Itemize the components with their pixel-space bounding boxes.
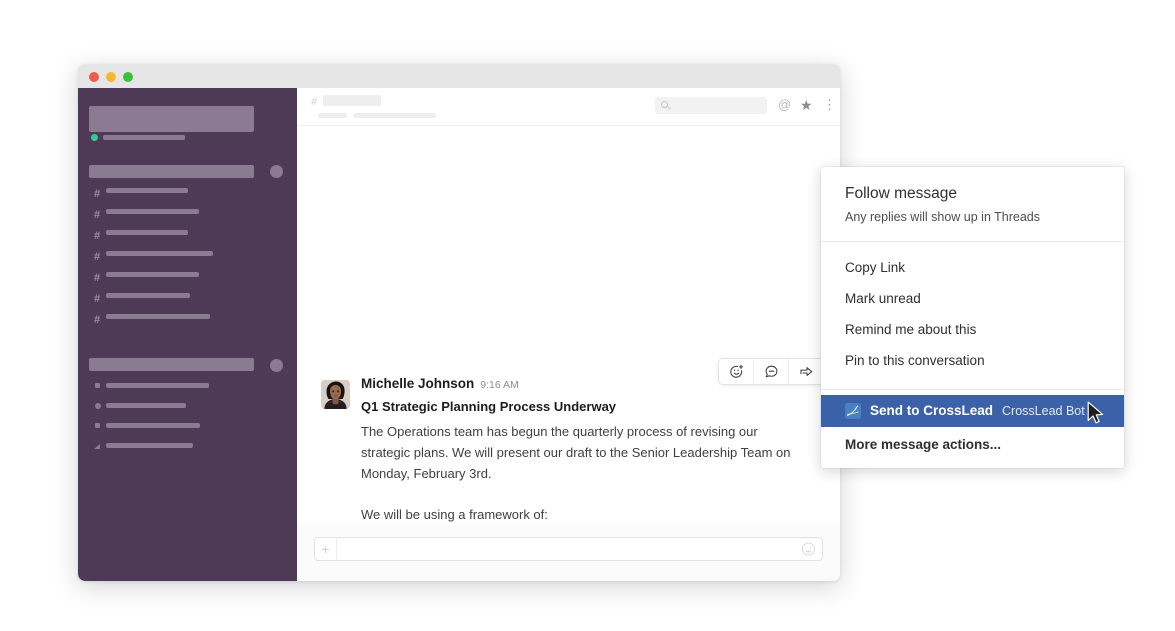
message-content: Michelle Johnson 9:16 AM Q1 Strategic Pla… xyxy=(361,376,801,525)
sidebar-channel-hash-icon: # xyxy=(94,314,101,326)
sidebar-dm-away-icon xyxy=(95,383,100,388)
sidebar-item-dm-2[interactable] xyxy=(106,403,186,408)
message-sender[interactable]: Michelle Johnson xyxy=(361,376,474,391)
sidebar-item-dm-1[interactable] xyxy=(106,383,209,388)
emoji-icon[interactable] xyxy=(802,542,815,556)
window-close-button[interactable] xyxy=(89,72,99,82)
message-framework-intro: We will be using a framework of: xyxy=(361,506,548,522)
sidebar-channel-hash-icon: # xyxy=(94,272,101,284)
context-menu-group: Copy Link Mark unread Remind me about th… xyxy=(821,242,1124,391)
send-to-crosslead-label: Send to CrossLead xyxy=(870,403,994,419)
sidebar: # # # # # # # xyxy=(78,88,297,581)
sidebar-item-channel-5[interactable] xyxy=(106,272,199,277)
sidebar-add-dm-icon[interactable] xyxy=(270,359,283,372)
add-attachment-icon[interactable]: + xyxy=(315,538,337,560)
sidebar-item-dm-3[interactable] xyxy=(106,423,200,428)
reply-in-thread-icon[interactable] xyxy=(754,359,789,384)
sidebar-username-placeholder[interactable] xyxy=(103,135,185,140)
sidebar-item-channel-6[interactable] xyxy=(106,293,190,298)
sidebar-section-2-title[interactable] xyxy=(89,358,254,371)
sidebar-dm-online-icon xyxy=(95,403,101,409)
message-timestamp[interactable]: 9:16 AM xyxy=(480,379,519,391)
composer-area: + xyxy=(297,525,840,581)
sidebar-item-channel-4[interactable] xyxy=(106,251,213,256)
presence-indicator-icon xyxy=(91,134,98,141)
sidebar-channel-hash-icon: # xyxy=(94,209,101,221)
channel-members-placeholder[interactable] xyxy=(318,113,347,118)
message-list: Michelle Johnson 9:16 AM Q1 Strategic Pla… xyxy=(297,126,840,525)
sidebar-item-channel-7[interactable] xyxy=(106,314,210,319)
message-input[interactable]: + xyxy=(314,537,823,561)
context-menu-apps-group: Send to CrossLead CrossLead Bot More mes… xyxy=(821,390,1124,467)
search-input[interactable] xyxy=(655,97,767,114)
sidebar-item-channel-3[interactable] xyxy=(106,230,188,235)
sidebar-channel-hash-icon: # xyxy=(94,293,101,305)
sidebar-compose-icon[interactable] xyxy=(270,165,283,178)
channel-topic-placeholder[interactable] xyxy=(353,113,436,118)
message-context-menu: Follow message Any replies will show up … xyxy=(821,167,1124,468)
sidebar-workspace-placeholder[interactable] xyxy=(89,106,254,132)
crosslead-bot-icon xyxy=(845,402,861,419)
mentions-icon[interactable]: @ xyxy=(778,98,791,111)
menu-item-copy-link[interactable]: Copy Link xyxy=(821,252,1124,283)
sidebar-channel-hash-icon: # xyxy=(94,251,101,263)
crosslead-bot-name: CrossLead Bot xyxy=(1002,403,1085,418)
sidebar-channel-hash-icon: # xyxy=(94,230,101,242)
menu-item-remind-me[interactable]: Remind me about this xyxy=(821,315,1124,346)
screenshot-stage: # # # # # # # # @ ★ ⋮ Michelle Johnson 9… xyxy=(0,0,1175,631)
main-content: # @ ★ ⋮ Michelle Johnson 9:16 AM Q1 Stra… xyxy=(297,88,840,581)
sidebar-dm-triangle-icon xyxy=(94,444,100,449)
channel-header: # @ ★ ⋮ xyxy=(297,88,840,126)
add-reaction-icon[interactable] xyxy=(719,359,754,384)
sidebar-item-dm-4[interactable] xyxy=(106,443,193,448)
context-menu-header[interactable]: Follow message Any replies will show up … xyxy=(821,167,1124,243)
menu-item-mark-unread[interactable]: Mark unread xyxy=(821,283,1124,314)
search-icon xyxy=(661,101,668,108)
menu-item-send-to-crosslead[interactable]: Send to CrossLead CrossLead Bot xyxy=(821,395,1124,427)
menu-item-pin-conversation[interactable]: Pin to this conversation xyxy=(821,346,1124,377)
follow-message-title: Follow message xyxy=(845,185,957,202)
slack-window: # # # # # # # # @ ★ ⋮ Michelle Johnson 9… xyxy=(78,64,840,581)
channel-hash-icon: # xyxy=(311,96,318,108)
sidebar-channel-hash-icon: # xyxy=(94,188,101,200)
message-paragraph: The Operations team has begun the quarte… xyxy=(361,423,791,481)
window-titlebar xyxy=(78,64,840,88)
kebab-menu-icon[interactable]: ⋮ xyxy=(823,98,836,111)
sidebar-item-channel-2[interactable] xyxy=(106,209,199,214)
menu-item-more-message-actions[interactable]: More message actions... xyxy=(821,427,1124,468)
star-icon[interactable]: ★ xyxy=(800,98,813,112)
sidebar-dm-away-icon xyxy=(95,423,100,428)
window-minimize-button[interactable] xyxy=(106,72,116,82)
avatar xyxy=(321,380,350,409)
window-maximize-button[interactable] xyxy=(123,72,133,82)
follow-message-subtitle: Any replies will show up in Threads xyxy=(845,209,1041,224)
sidebar-section-1-title[interactable] xyxy=(89,165,254,178)
sidebar-item-channel-1[interactable] xyxy=(106,188,188,193)
message-subject: Q1 Strategic Planning Process Underway xyxy=(361,399,617,414)
share-message-icon[interactable] xyxy=(789,359,824,384)
channel-name-placeholder[interactable] xyxy=(323,95,381,106)
